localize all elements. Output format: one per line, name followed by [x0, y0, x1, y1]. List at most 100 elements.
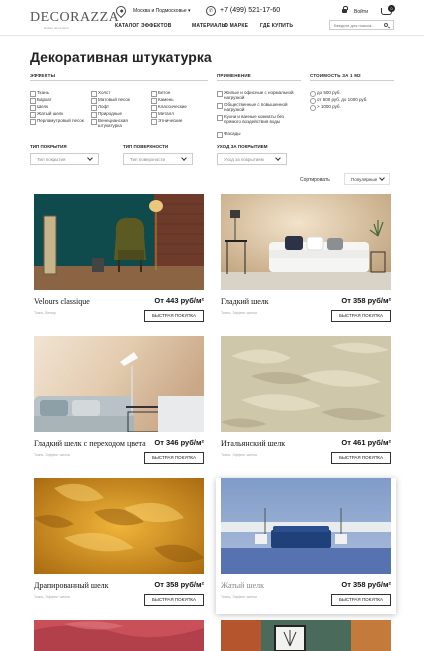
product-image[interactable] [34, 194, 204, 290]
product-image[interactable] [221, 478, 391, 574]
product-card[interactable]: Жатый шелк От 358 руб/м² Ткань, Эффект ш… [216, 478, 396, 614]
product-card[interactable]: Итальянский шелк От 461 руб/м² Ткань, Эф… [221, 336, 391, 471]
product-name[interactable]: Драпированный шелк [34, 581, 109, 590]
surface-type-select[interactable]: Тип поверхности [123, 153, 193, 165]
product-image[interactable] [34, 478, 204, 574]
product-name[interactable]: Итальянский шелк [221, 439, 285, 448]
region-label: Москва и Подмосковье [133, 8, 187, 14]
chevron-down-icon [275, 155, 281, 161]
product-card[interactable]: Гладкий шелк От 358 руб/м² Ткань, Эффект… [221, 194, 391, 329]
product-photo [221, 478, 391, 574]
coating-type-label: Тип покрытия [30, 144, 67, 149]
care-type-select[interactable]: Уход за покрытием [217, 153, 287, 165]
product-card[interactable] [221, 620, 391, 651]
nav-where-to-buy[interactable]: ГДЕ КУПИТЬ [260, 23, 293, 29]
region-selector[interactable]: Москва и Подмосковье ▾ [133, 8, 191, 14]
filter-checkbox[interactable]: Классические [151, 104, 187, 111]
chevron-down-icon [379, 175, 385, 181]
filter-checkbox[interactable]: Ткань [30, 90, 49, 97]
filter-checkbox[interactable]: Шелк [30, 104, 48, 111]
nav-about[interactable]: О МАРКЕ [224, 23, 248, 29]
cart-count-badge: 0 [388, 5, 395, 12]
product-tags: Ткань, Велюр [34, 311, 57, 315]
filter-checkbox[interactable]: Металл [151, 111, 174, 118]
product-tags: Ткань, Эффект шелка [221, 311, 257, 315]
page-title: Декоративная штукатурка [30, 49, 212, 65]
filter-checkbox[interactable]: Матовый песок [91, 97, 130, 104]
product-photo [34, 336, 204, 432]
product-photo [34, 194, 204, 290]
product-name[interactable]: Гладкий шелк с переходом цвета [34, 439, 146, 448]
product-image[interactable] [34, 620, 204, 651]
product-image[interactable] [34, 336, 204, 432]
care-type-value: Уход за покрытием [224, 157, 264, 162]
product-card[interactable]: Драпированный шелк От 358 руб/м² Ткань, … [34, 478, 204, 613]
filter-divider [310, 80, 394, 81]
product-price: От 461 руб/м² [341, 438, 391, 447]
filter-checkbox[interactable]: Фасады [217, 131, 302, 138]
product-name[interactable]: Velours classique [34, 297, 90, 306]
phone-number[interactable]: +7 (499) 521-17-60 [220, 7, 280, 14]
filter-checkbox[interactable]: Бетон [151, 90, 170, 97]
product-image[interactable] [221, 620, 391, 651]
filter-checkbox[interactable]: Природные [91, 111, 122, 118]
logo[interactable]: DECORAZZA Italian decoration [30, 10, 120, 31]
product-price: От 358 руб/м² [154, 580, 204, 589]
quick-buy-button[interactable]: Быстрая покупка [331, 452, 391, 464]
product-card[interactable]: Velours classique От 443 руб/м² Ткань, В… [34, 194, 204, 329]
quick-buy-button[interactable]: Быстрая покупка [331, 594, 391, 606]
quick-buy-button[interactable]: Быстрая покупка [144, 594, 204, 606]
product-photo [221, 194, 391, 290]
chevron-down-icon [87, 155, 93, 161]
filter-checkbox[interactable]: Этнические [151, 118, 182, 125]
filter-checkbox[interactable]: Кухни и ванные комнаты без прямого возде… [217, 114, 302, 124]
sort-select[interactable]: Популярные [344, 173, 390, 185]
nav-catalog[interactable]: КАТАЛОГ ЭФФЕКТОВ [115, 23, 172, 29]
filter-checkbox[interactable]: Перламутровый песок [30, 118, 84, 125]
quick-buy-button[interactable]: Быстрая покупка [144, 452, 204, 464]
product-name[interactable]: Жатый шелк [221, 581, 264, 590]
lock-icon [342, 6, 348, 13]
product-card[interactable] [34, 620, 204, 651]
product-price: От 346 руб/м² [154, 438, 204, 447]
coating-type-select[interactable]: Тип покрытия [30, 153, 99, 165]
filter-price-title: Стоимость за 1 м2 [310, 73, 361, 78]
filter-application-title: Применение [217, 73, 251, 78]
filter-checkbox[interactable]: Бархат [30, 97, 52, 104]
product-tags: Ткань, Эффект шелка [34, 453, 70, 457]
coating-type-value: Тип покрытия [37, 157, 66, 162]
logo-text: DECORAZZA [30, 10, 120, 25]
product-card[interactable]: Гладкий шелк с переходом цвета От 346 ру… [34, 336, 204, 471]
filter-checkbox[interactable]: Жилые и офисные с нормальной нагрузкой [217, 90, 302, 100]
filter-radio[interactable]: от 500 руб. до 1000 руб. [310, 97, 368, 104]
product-tags: Ткань, Эффект шелка [34, 595, 70, 599]
filter-checkbox[interactable]: Камень [151, 97, 174, 104]
search-icon[interactable] [384, 23, 388, 27]
filter-checkbox[interactable]: Общественные с повышенной нагрузкой [217, 102, 302, 112]
filter-radio[interactable]: до 500 руб. [310, 90, 341, 97]
filter-checkbox[interactable]: Венецианская штукатурка [91, 118, 141, 128]
product-name[interactable]: Гладкий шелк [221, 297, 269, 306]
product-image[interactable] [221, 336, 391, 432]
nav-materials[interactable]: МАТЕРИАЛЫ [192, 23, 227, 29]
product-photo [221, 336, 391, 432]
sort-value: Популярные [351, 177, 378, 182]
filter-divider [30, 80, 208, 81]
filter-radio[interactable]: > 1000 руб. [310, 104, 341, 111]
product-image[interactable] [221, 194, 391, 290]
product-price: От 443 руб/м² [154, 296, 204, 305]
product-photo [221, 620, 391, 651]
sort-label: Сортировать [300, 177, 330, 183]
filter-checkbox[interactable]: Лофт [91, 104, 109, 111]
logo-tagline: Italian decoration [44, 26, 69, 30]
filter-effects-title: Эффекты [30, 73, 56, 78]
product-price: От 358 руб/м² [341, 296, 391, 305]
surface-type-label: Тип поверхности [123, 144, 169, 149]
login-link[interactable]: Войти [354, 9, 368, 15]
product-photo [34, 478, 204, 574]
filter-checkbox[interactable]: Жатый шелк [30, 111, 63, 118]
filter-checkbox[interactable]: Холст [91, 90, 110, 97]
quick-buy-button[interactable]: Быстрая покупка [144, 310, 204, 322]
quick-buy-button[interactable]: Быстрая покупка [331, 310, 391, 322]
care-type-label: Уход за покрытием [217, 144, 268, 149]
